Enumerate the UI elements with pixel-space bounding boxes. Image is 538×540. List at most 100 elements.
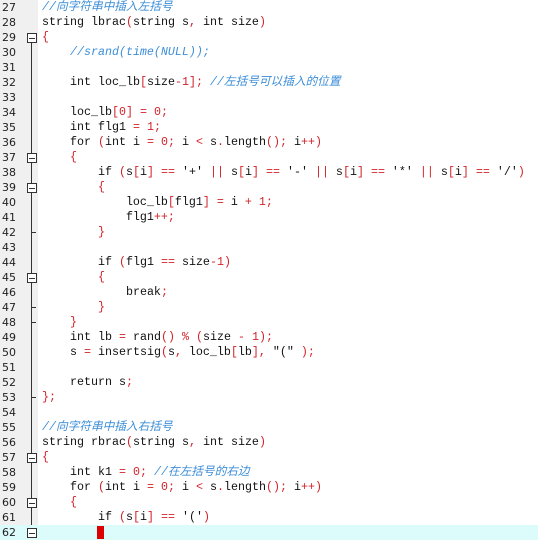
code-line[interactable]: 36 for (int i = 0; i < s.length(); i++) xyxy=(0,135,538,150)
code-line[interactable]: 28 string lbrac(string s, int size) xyxy=(0,15,538,30)
line-number: 35 xyxy=(2,121,16,134)
code-text: for (int i = 0; i < s.length(); i++) xyxy=(69,480,322,494)
code-line[interactable]: 33 xyxy=(0,90,538,105)
code-line[interactable]: 50 s = insertsig(s, loc_lb[lb], "(" ); xyxy=(0,345,538,360)
code-line[interactable]: 54 xyxy=(0,405,538,420)
code-text: for (int i = 0; i < s.length(); i++) xyxy=(69,135,322,149)
line-number: 55 xyxy=(2,421,16,434)
line-number: 47 xyxy=(2,301,16,314)
code-line[interactable]: 32 int loc_lb[size-1]; //左括号可以插入的位置 xyxy=(0,75,538,90)
code-line[interactable]: 55 //向字符串中插入右括号 xyxy=(0,420,538,435)
fold-collapse-icon[interactable] xyxy=(27,183,37,193)
code-text: if (s[i] == '(') xyxy=(97,510,210,524)
line-number: 31 xyxy=(2,61,16,74)
code-line[interactable]: 48 } xyxy=(0,315,538,330)
code-line[interactable]: 37 { xyxy=(0,150,538,165)
code-line[interactable]: 40 loc_lb[flg1] = i + 1; xyxy=(0,195,538,210)
line-number: 34 xyxy=(2,106,16,119)
line-number: 41 xyxy=(2,211,16,224)
fold-collapse-icon[interactable] xyxy=(27,498,37,508)
code-line[interactable]: 42 } xyxy=(0,225,538,240)
code-line[interactable]: 49 int lb = rand() % (size - 1); xyxy=(0,330,538,345)
fold-end-marker xyxy=(31,232,36,233)
code-line[interactable]: 29 { xyxy=(0,30,538,45)
line-number: 43 xyxy=(2,241,16,254)
line-number: 29 xyxy=(2,31,16,44)
fold-collapse-icon[interactable] xyxy=(27,153,37,163)
code-text: int lb = rand() % (size - 1); xyxy=(69,330,273,344)
line-number: 46 xyxy=(2,286,16,299)
code-line[interactable]: 39 { xyxy=(0,180,538,195)
code-text: loc_lb[0] = 0; xyxy=(42,105,168,119)
line-number: 57 xyxy=(2,451,16,464)
code-text: //向字符串中插入右括号 xyxy=(42,420,173,434)
line-number: 39 xyxy=(2,181,16,194)
code-text: string lbrac(string s, int size) xyxy=(42,15,266,29)
code-text: string rbrac(string s, int size) xyxy=(42,435,266,449)
code-text: break; xyxy=(125,285,168,299)
line-number: 53 xyxy=(2,391,16,404)
code-line[interactable]: 52 return s; xyxy=(0,375,538,390)
code-text: { xyxy=(42,30,49,44)
code-line[interactable]: 35 int flg1 = 1; xyxy=(0,120,538,135)
line-number: 56 xyxy=(2,436,16,449)
code-line[interactable]: 62 xyxy=(0,525,538,540)
code-text: { xyxy=(42,450,49,464)
text-cursor xyxy=(97,526,104,539)
code-editor[interactable]: 27 //向字符串中插入左括号 28 string lbrac(string s, i… xyxy=(0,0,538,540)
code-line[interactable]: 59 for (int i = 0; i < s.length(); i++) xyxy=(0,480,538,495)
code-line[interactable]: 45 { xyxy=(0,270,538,285)
code-text: } xyxy=(69,315,77,329)
line-number: 45 xyxy=(2,271,16,284)
code-line[interactable]: 57 { xyxy=(0,450,538,465)
fold-end-marker xyxy=(31,322,36,323)
code-line[interactable]: 61 if (s[i] == '(') xyxy=(0,510,538,525)
code-text: //向字符串中插入左括号 xyxy=(42,0,173,14)
code-line[interactable]: 34 loc_lb[0] = 0; xyxy=(0,105,538,120)
code-line[interactable]: 27 //向字符串中插入左括号 xyxy=(0,0,538,15)
code-line[interactable]: 44 if (flg1 == size-1) xyxy=(0,255,538,270)
code-line[interactable]: 51 xyxy=(0,360,538,375)
line-number: 48 xyxy=(2,316,16,329)
line-number: 36 xyxy=(2,136,16,149)
code-text: { xyxy=(97,180,105,194)
code-line[interactable]: 43 xyxy=(0,240,538,255)
code-line[interactable]: 31 xyxy=(0,60,538,75)
code-text: { xyxy=(69,495,77,509)
code-text: int k1 = 0; //在左括号的右边 xyxy=(69,465,250,479)
code-line[interactable]: 30 //srand(time(NULL)); xyxy=(0,45,538,60)
code-text: { xyxy=(97,270,105,284)
line-number: 44 xyxy=(2,256,16,269)
fold-collapse-icon[interactable] xyxy=(27,33,37,43)
line-number: 33 xyxy=(2,91,16,104)
line-number: 38 xyxy=(2,166,16,179)
code-line[interactable]: 41 flg1++; xyxy=(0,210,538,225)
line-number: 30 xyxy=(2,46,16,59)
fold-collapse-icon[interactable] xyxy=(27,453,37,463)
code-text: flg1++; xyxy=(42,210,175,224)
code-text: if (flg1 == size-1) xyxy=(97,255,231,269)
code-line[interactable]: 58 int k1 = 0; //在左括号的右边 xyxy=(0,465,538,480)
code-text: int loc_lb[size-1]; //左括号可以插入的位置 xyxy=(69,75,341,89)
code-line[interactable]: 47 } xyxy=(0,300,538,315)
code-text: loc_lb[flg1] = i + 1; xyxy=(42,195,273,209)
code-text: int flg1 = 1; xyxy=(69,120,161,134)
line-number: 51 xyxy=(2,361,16,374)
line-number: 62 xyxy=(2,526,16,539)
code-text: } xyxy=(97,300,105,314)
code-line[interactable]: 56 string rbrac(string s, int size) xyxy=(0,435,538,450)
line-number: 42 xyxy=(2,226,16,239)
code-line[interactable]: 46 break; xyxy=(0,285,538,300)
line-number: 52 xyxy=(2,376,16,389)
code-line[interactable]: 53}; xyxy=(0,390,538,405)
line-number: 59 xyxy=(2,481,16,494)
fold-collapse-icon[interactable] xyxy=(27,273,37,283)
line-number: 32 xyxy=(2,76,16,89)
line-number: 54 xyxy=(2,406,16,419)
code-text: if (s[i] == '+' || s[i] == '-' || s[i] =… xyxy=(97,165,525,179)
line-number: 40 xyxy=(2,196,16,209)
line-number: 50 xyxy=(2,346,16,359)
code-line[interactable]: 60 { xyxy=(0,495,538,510)
code-line[interactable]: 38 if (s[i] == '+' || s[i] == '-' || s[i… xyxy=(0,165,538,180)
